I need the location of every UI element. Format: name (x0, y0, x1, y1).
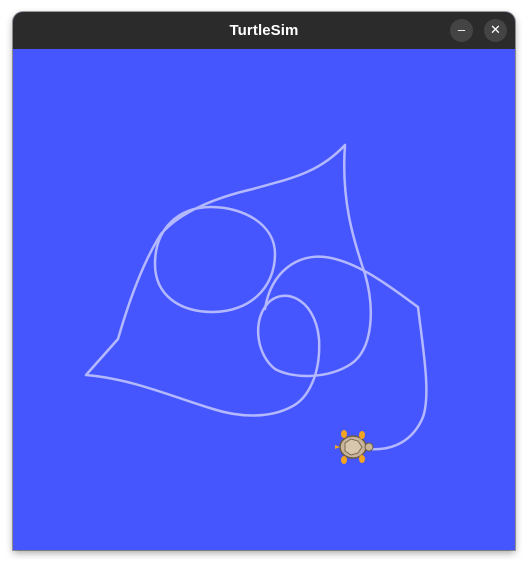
minimize-icon: – (457, 22, 466, 37)
close-icon: ✕ (490, 22, 501, 37)
turtle-icon[interactable] (335, 430, 374, 464)
turtlesim-window: TurtleSim – ✕ (13, 12, 515, 550)
title-bar[interactable]: TurtleSim – ✕ (13, 12, 515, 49)
turtle-drawing (84, 143, 428, 464)
window-title: TurtleSim (229, 22, 299, 39)
close-button[interactable]: ✕ (484, 19, 507, 42)
minimize-button[interactable]: – (450, 19, 473, 42)
turtle-canvas (13, 49, 515, 550)
pen-trail-right-loop (263, 255, 428, 451)
pen-trail-outer-loop (84, 143, 373, 417)
